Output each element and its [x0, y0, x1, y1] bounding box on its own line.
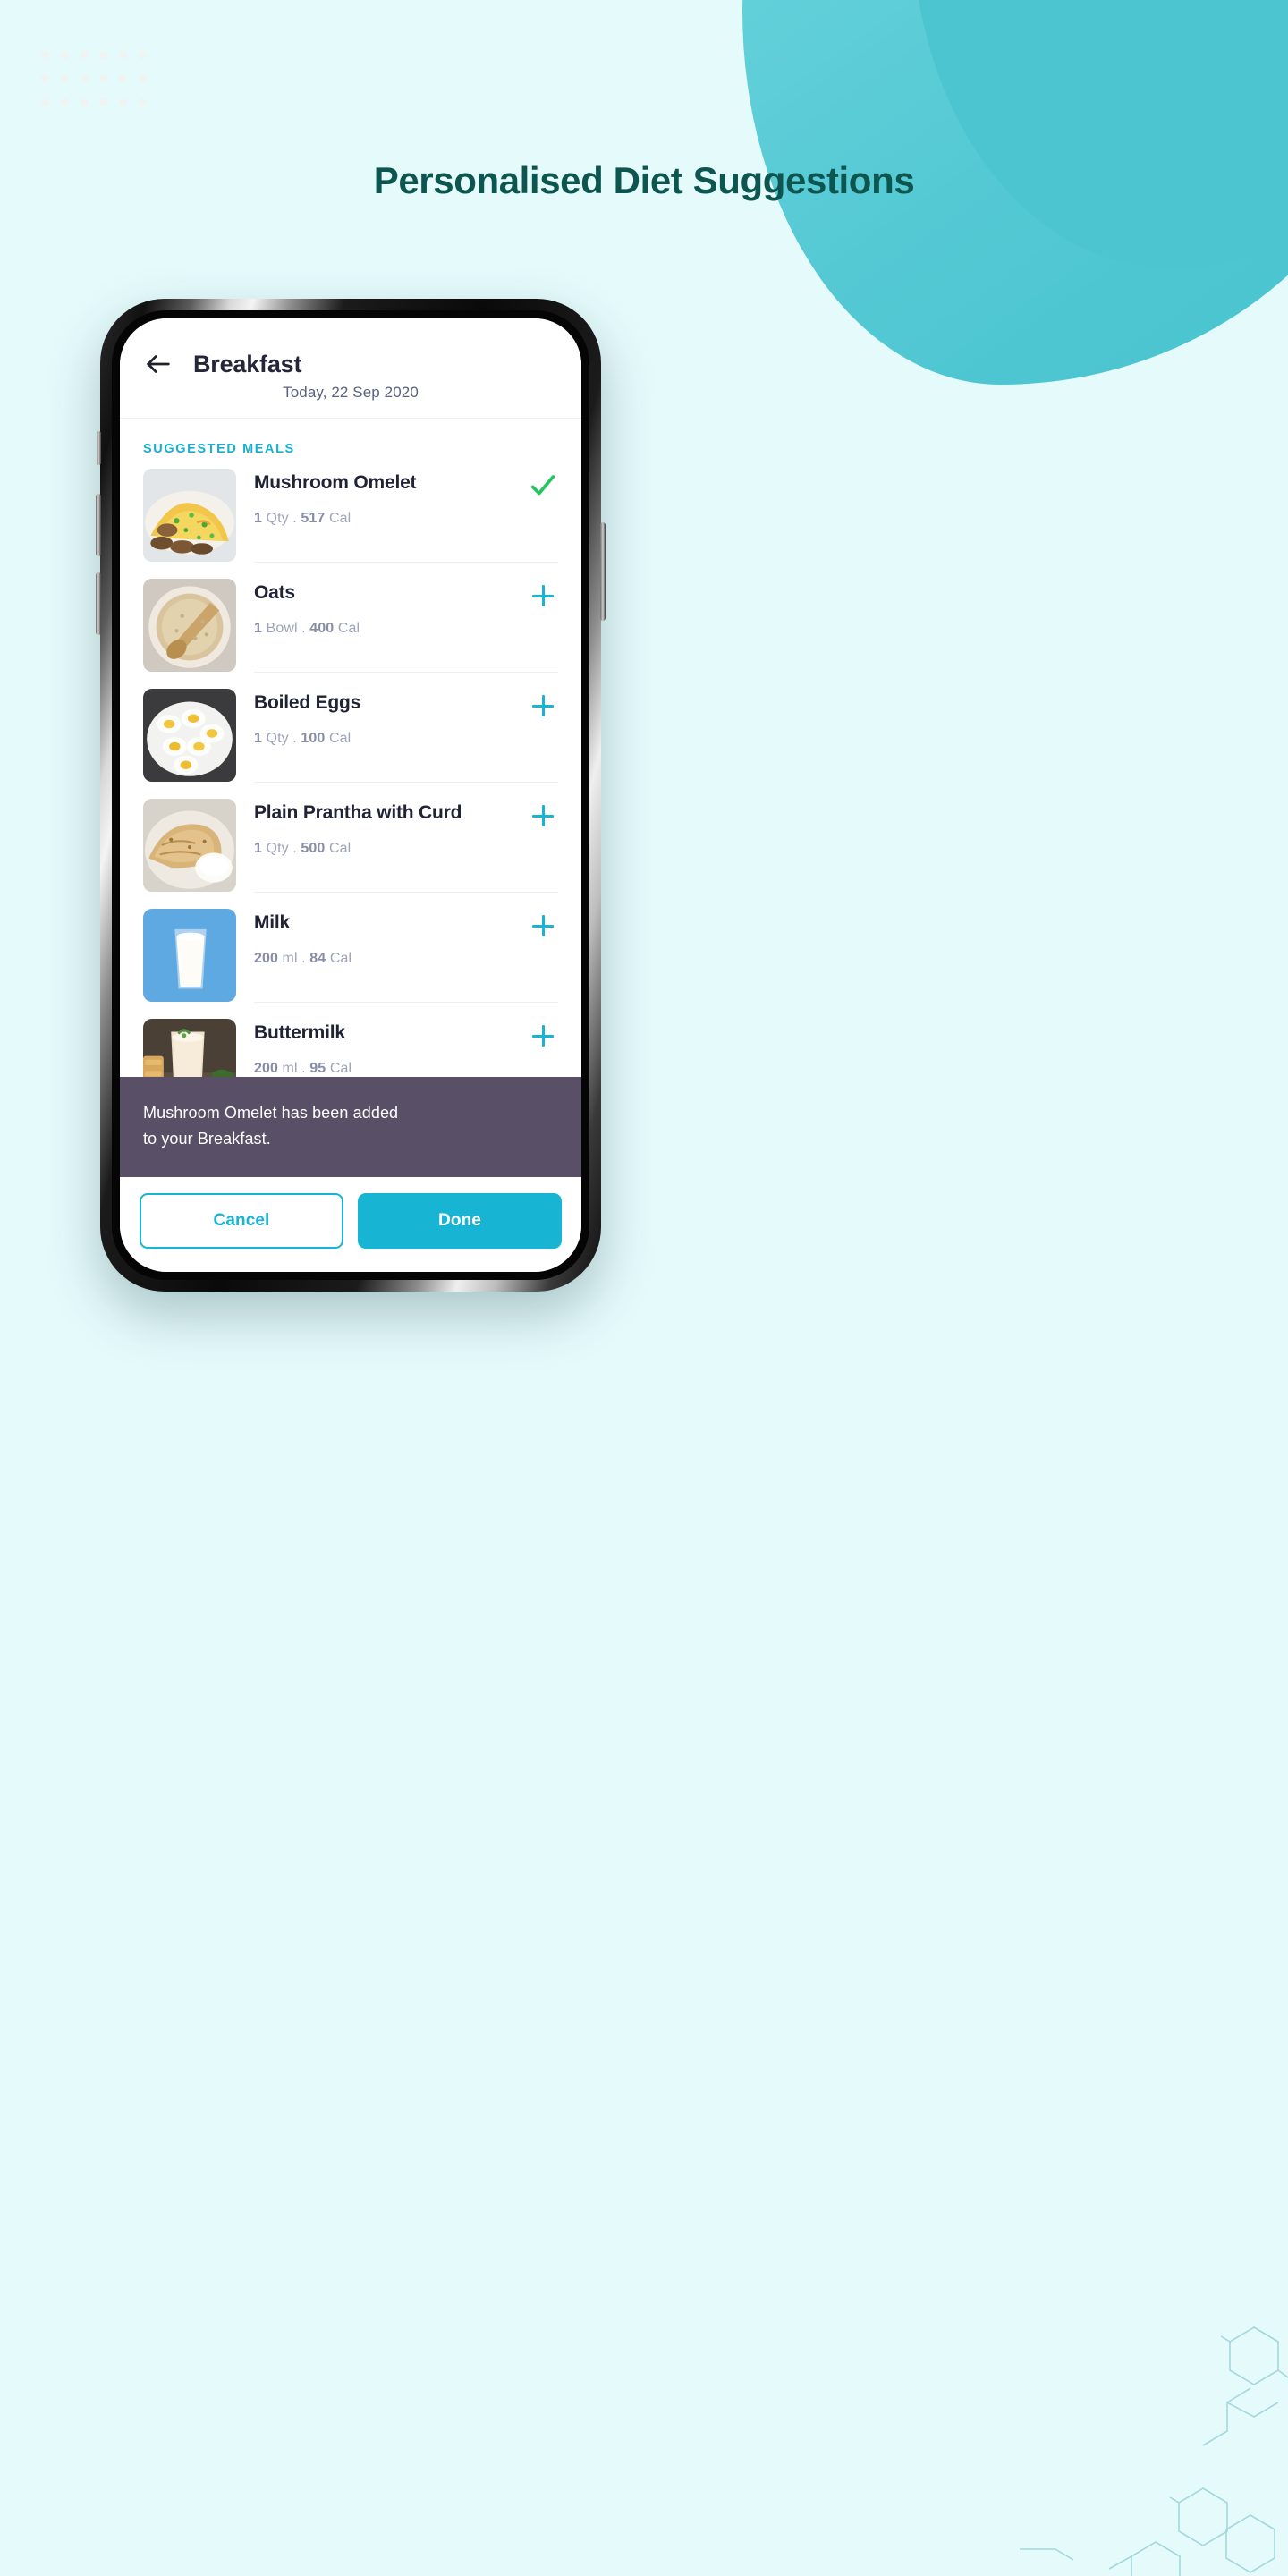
list-item[interactable]: Boiled Eggs 1 Qty . 100 Cal	[120, 689, 581, 782]
meal-top-row: Milk	[254, 909, 558, 939]
list-divider	[254, 672, 558, 673]
meal-unit: ml	[282, 1061, 298, 1076]
check-icon[interactable]	[528, 472, 558, 499]
meal-qty: 1	[254, 511, 262, 526]
list-divider	[254, 782, 558, 783]
meal-thumbnail	[143, 799, 236, 892]
meal-calories: 517	[301, 511, 326, 526]
page-date: Today, 22 Sep 2020	[283, 384, 419, 401]
phone-bezel: Breakfast Today, 22 Sep 2020 SUGGESTED M…	[112, 310, 589, 1280]
meal-meta: 200 ml . 84 Cal	[254, 951, 352, 966]
meal-body: Boiled Eggs 1 Qty . 100 Cal	[254, 689, 558, 782]
meal-qty: 200	[254, 951, 278, 966]
toast-snackbar: Mushroom Omelet has been added to your B…	[120, 1076, 581, 1177]
back-arrow-icon[interactable]	[143, 349, 174, 379]
list-divider	[254, 1002, 558, 1003]
page-headline: Personalised Diet Suggestions	[373, 159, 915, 201]
meal-body: Mushroom Omelet 1 Qty . 517 Cal	[254, 469, 558, 562]
phone-silent-switch[interactable]	[97, 431, 101, 465]
meal-name: Oats	[254, 582, 295, 603]
meal-thumbnail	[143, 689, 236, 782]
meal-cal-unit: Cal	[328, 841, 352, 856]
meal-meta: 1 Qty . 500 Cal	[254, 841, 352, 856]
meal-unit: Bowl	[266, 621, 298, 636]
meal-thumbnail	[143, 579, 236, 672]
meal-calories: 95	[309, 1061, 326, 1076]
meal-meta: 200 ml . 95 Cal	[254, 1061, 352, 1076]
meal-top-row: Oats	[254, 579, 558, 609]
meal-calories: 84	[309, 951, 326, 966]
meal-meta: 1 Qty . 517 Cal	[254, 511, 352, 526]
meal-list-area[interactable]: SUGGESTED MEALS Mushroom Omelet 1 Qty . …	[120, 419, 581, 1177]
meal-qty: 200	[254, 1061, 278, 1076]
meal-name: Mushroom Omelet	[254, 472, 417, 493]
phone-volume-down-button[interactable]	[96, 572, 101, 635]
meal-qty: 1	[254, 841, 262, 856]
meal-top-row: Mushroom Omelet	[254, 469, 558, 499]
meal-meta: 1 Qty . 100 Cal	[254, 731, 352, 746]
meal-qty: 1	[254, 621, 262, 636]
list-item[interactable]: Plain Prantha with Curd 1 Qty . 500 Cal	[120, 799, 581, 892]
meal-calories: 100	[301, 731, 326, 746]
meal-calories: 500	[301, 841, 326, 856]
meal-top-row: Buttermilk	[254, 1019, 558, 1049]
meal-top-row: Boiled Eggs	[254, 689, 558, 719]
list-divider	[254, 892, 558, 893]
list-item[interactable]: Milk 200 ml . 84 Cal	[120, 909, 581, 1002]
app-screen: Breakfast Today, 22 Sep 2020 SUGGESTED M…	[120, 318, 581, 1272]
meal-name: Boiled Eggs	[254, 692, 361, 713]
meal-thumbnail	[143, 909, 236, 1002]
meal-body: Milk 200 ml . 84 Cal	[254, 909, 558, 1002]
plus-icon[interactable]	[528, 802, 558, 829]
decorative-hexagon-pattern	[1020, 2308, 1288, 2576]
decorative-blob-overlay	[912, 0, 1288, 268]
toast-line-1: Mushroom Omelet has been added	[143, 1103, 399, 1122]
plus-icon[interactable]	[528, 582, 558, 609]
meal-name: Milk	[254, 912, 291, 933]
page-title: Breakfast	[193, 350, 302, 377]
meal-calories: 400	[309, 621, 335, 636]
meal-unit: Qty	[266, 731, 289, 746]
poster-canvas: Personalised Diet Suggestions Breakfast …	[0, 0, 1288, 2576]
section-label-suggested-meals: SUGGESTED MEALS	[143, 442, 295, 456]
phone-power-button[interactable]	[600, 522, 606, 621]
meal-meta: 1 Bowl . 400 Cal	[254, 621, 360, 636]
list-divider	[254, 562, 558, 563]
meal-cal-unit: Cal	[329, 951, 352, 966]
list-item[interactable]: Oats 1 Bowl . 400 Cal	[120, 579, 581, 672]
meal-name: Buttermilk	[254, 1022, 345, 1043]
plus-icon[interactable]	[528, 692, 558, 719]
meal-unit: ml	[282, 951, 298, 966]
toast-line-2: to your Breakfast.	[143, 1129, 271, 1148]
list-item[interactable]: Mushroom Omelet 1 Qty . 517 Cal	[120, 469, 581, 562]
plus-icon[interactable]	[528, 912, 558, 939]
plus-icon[interactable]	[528, 1022, 558, 1049]
meal-thumbnail	[143, 469, 236, 562]
done-button[interactable]: Done	[358, 1193, 562, 1249]
decorative-dot-grid	[36, 43, 152, 114]
meal-cal-unit: Cal	[328, 731, 352, 746]
meal-body: Oats 1 Bowl . 400 Cal	[254, 579, 558, 672]
meal-unit: Qty	[266, 841, 289, 856]
footer-actions: Cancel Done	[120, 1177, 581, 1272]
meal-top-row: Plain Prantha with Curd	[254, 799, 558, 829]
meal-name: Plain Prantha with Curd	[254, 802, 462, 823]
phone-mockup: Breakfast Today, 22 Sep 2020 SUGGESTED M…	[96, 299, 606, 1292]
phone-volume-up-button[interactable]	[96, 494, 101, 556]
meal-cal-unit: Cal	[328, 511, 352, 526]
cancel-button[interactable]: Cancel	[140, 1193, 343, 1249]
meal-unit: Qty	[266, 511, 289, 526]
meal-cal-unit: Cal	[329, 1061, 352, 1076]
meal-body: Plain Prantha with Curd 1 Qty . 500 Cal	[254, 799, 558, 892]
header-row: Breakfast	[143, 349, 558, 379]
app-header: Breakfast Today, 22 Sep 2020	[120, 318, 581, 419]
meal-cal-unit: Cal	[337, 621, 360, 636]
meal-qty: 1	[254, 731, 262, 746]
